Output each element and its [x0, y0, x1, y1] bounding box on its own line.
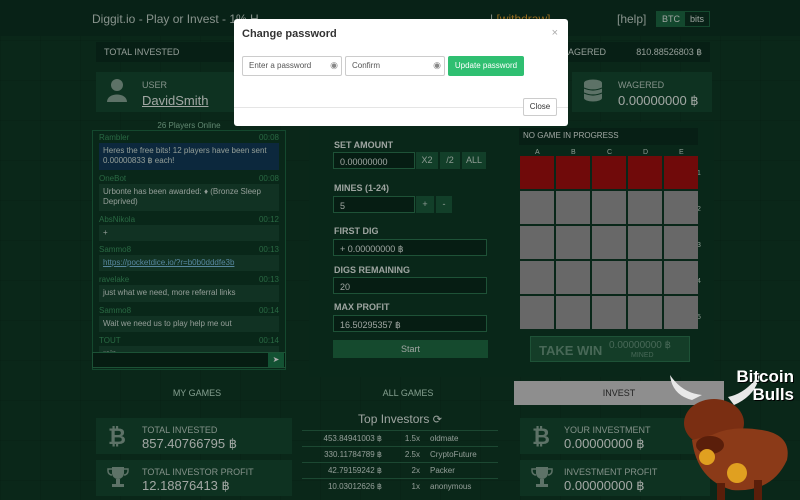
- close-button[interactable]: Close: [523, 98, 557, 116]
- modal-footer-divider: [234, 107, 568, 108]
- modal-title: Change password: [242, 28, 337, 40]
- watermark-text: Bitcoin Bulls: [736, 368, 794, 404]
- update-password-button[interactable]: Update password: [448, 56, 524, 76]
- change-password-modal: Change password × Enter a password ◉ Con…: [234, 19, 568, 126]
- watermark-line-2: Bulls: [752, 384, 794, 404]
- close-icon[interactable]: ×: [552, 27, 558, 39]
- password-placeholder: Enter a password: [249, 61, 312, 70]
- confirm-input[interactable]: Confirm ◉: [345, 56, 445, 76]
- confirm-eye-icon[interactable]: ◉: [433, 60, 441, 71]
- confirm-placeholder: Confirm: [352, 61, 381, 70]
- password-eye-icon[interactable]: ◉: [330, 60, 338, 71]
- watermark-line-1: Bitcoin: [736, 367, 794, 386]
- password-input[interactable]: Enter a password ◉: [242, 56, 342, 76]
